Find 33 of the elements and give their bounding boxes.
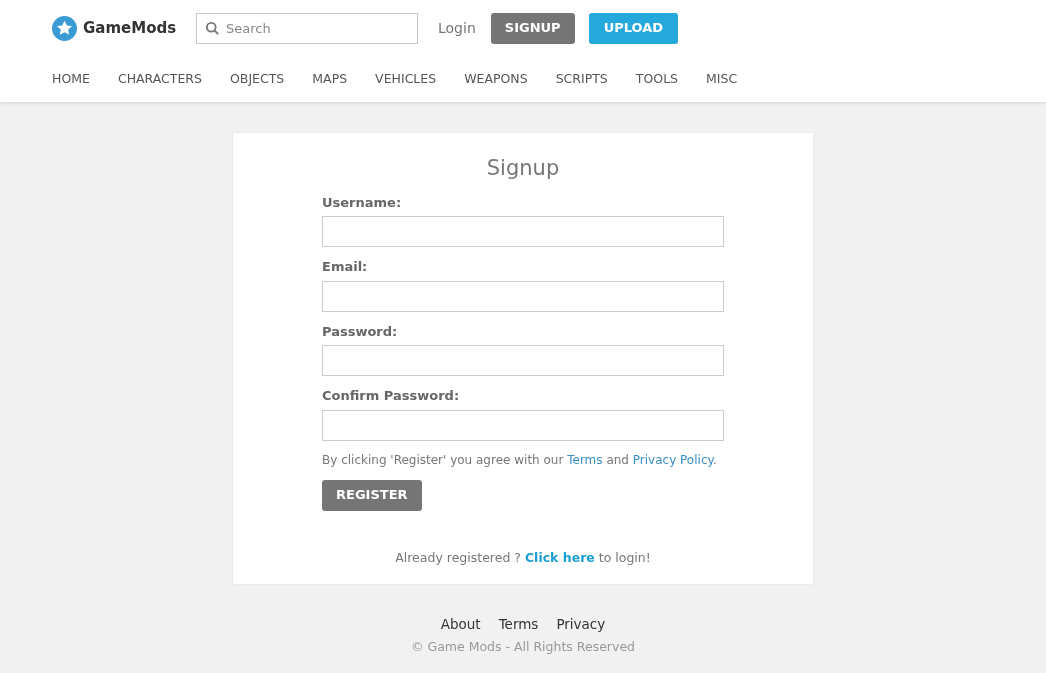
footer-link[interactable]: Privacy — [556, 614, 606, 635]
copyright-text: © Game Mods - All Rights Reserved — [410, 638, 636, 657]
brand-name: GameMods — [83, 17, 177, 39]
field-label: Username: — [322, 193, 403, 212]
footer-link[interactable]: About — [440, 614, 481, 635]
search-icon — [205, 20, 220, 36]
nav-link[interactable]: WEAPONS — [464, 70, 528, 89]
star-logo-icon — [52, 15, 77, 41]
nav-link[interactable]: HOME — [52, 70, 90, 89]
footer-link[interactable]: Terms — [498, 614, 539, 635]
nav-link[interactable]: CHARACTERS — [117, 70, 202, 89]
nav-link[interactable]: TOOLS — [635, 70, 679, 89]
nav-link[interactable]: VEHICLES — [375, 70, 437, 89]
input-field[interactable] — [322, 280, 724, 312]
field-label: Password: — [322, 322, 399, 341]
field-label: Email: — [322, 258, 369, 276]
agreement-text: By clicking 'Register' you agree with our Terms and Privacy Policy. — [322, 451, 718, 469]
nav-link[interactable]: MAPS — [312, 70, 348, 89]
form-title: Signup — [485, 155, 561, 182]
register-button[interactable]: REGISTER — [322, 479, 422, 511]
signup-button[interactable]: SIGNUP — [490, 12, 575, 44]
search-field[interactable]: Search — [196, 12, 418, 44]
nav-link[interactable]: MISC — [706, 70, 738, 89]
privacy-policy-link[interactable]: Privacy Policy — [632, 452, 713, 467]
input-field[interactable] — [322, 345, 724, 376]
terms-link[interactable]: Terms — [567, 452, 603, 467]
login-link[interactable]: Login — [438, 17, 476, 39]
login-prompt: Already registered ? Click here to login! — [394, 548, 652, 567]
input-field[interactable] — [322, 216, 724, 247]
field-label: Confirm Password: — [322, 387, 461, 405]
input-field[interactable] — [322, 409, 724, 441]
nav-link[interactable]: OBJECTS — [230, 70, 285, 89]
nav-link[interactable]: SCRIPTS — [555, 70, 608, 89]
